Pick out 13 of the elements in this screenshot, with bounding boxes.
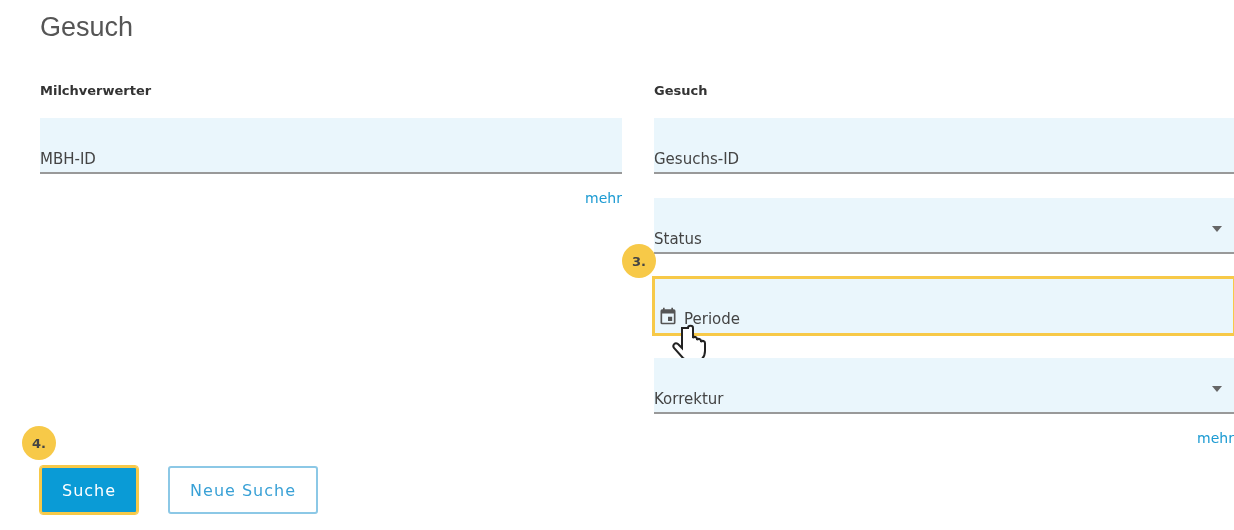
- step-badge: 4.: [22, 426, 56, 460]
- status-select[interactable]: Status: [654, 198, 1234, 254]
- page-title: Gesuch: [40, 12, 135, 43]
- calendar-icon: [658, 306, 678, 326]
- input-field[interactable]: MBH-ID: [40, 118, 622, 174]
- section-heading: Gesuch: [654, 83, 709, 98]
- status-select[interactable]: Korrektur: [654, 358, 1234, 414]
- caret-icon: [1212, 226, 1222, 232]
- caret-icon: [1212, 386, 1222, 392]
- section-heading: Milchverwerter: [40, 83, 153, 98]
- step-badge: 3.: [622, 244, 656, 278]
- input-field[interactable]: Gesuchs-ID: [654, 118, 1234, 174]
- date-field[interactable]: Periode: [654, 278, 1234, 334]
